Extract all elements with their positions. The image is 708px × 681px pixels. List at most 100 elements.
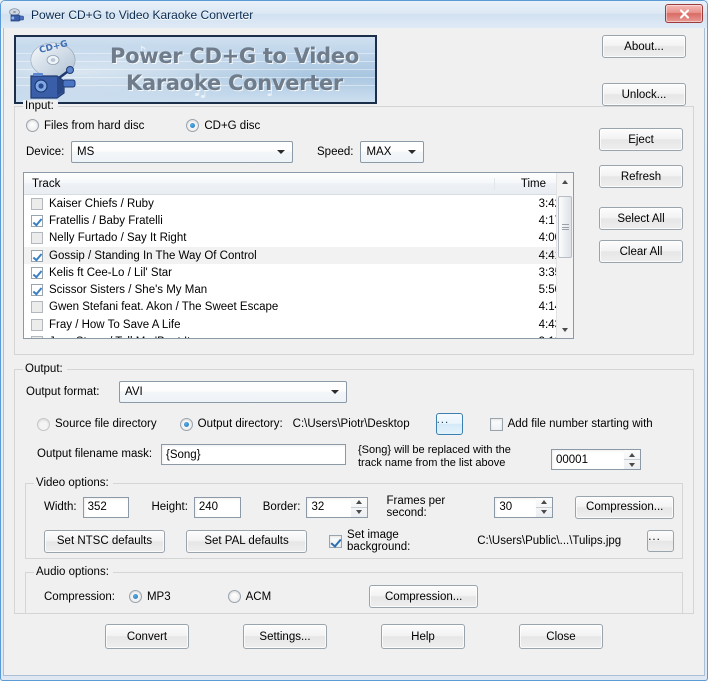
refresh-button[interactable]: Refresh (599, 165, 683, 188)
close-button[interactable]: Close (519, 624, 603, 649)
radio-files-from-hard-disc[interactable]: Files from hard disc (26, 119, 144, 132)
track-row[interactable]: Fratellis / Baby Fratelli 4:17 (24, 212, 573, 229)
scroll-down-button[interactable] (557, 321, 573, 338)
about-button[interactable]: About... (602, 35, 686, 58)
triangle-down-icon (629, 462, 635, 467)
audio-compression-button[interactable]: Compression... (369, 585, 479, 608)
radio-dot-acm-icon (227, 590, 241, 603)
track-list-scrollbar[interactable] (556, 173, 573, 338)
output-format-label: Output format: (26, 386, 100, 398)
track-row[interactable]: Scissor Sisters / She's My Man 5:50 (24, 281, 573, 298)
filename-mask-input[interactable]: {Song} (161, 444, 346, 465)
radio-mp3[interactable]: MP3 (128, 590, 171, 603)
triangle-up-icon (629, 452, 635, 457)
browse-image-background-button[interactable]: ... (647, 530, 674, 552)
track-checkbox-icon[interactable] (31, 318, 43, 331)
banner-line-2: Karaoke Converter (126, 71, 343, 95)
radio-acm[interactable]: ACM (227, 590, 271, 603)
convert-button[interactable]: Convert (105, 624, 189, 649)
track-row[interactable]: Joss Stone / Tell Me 'Bout It3:12 (24, 333, 573, 338)
track-name: Kelis ft Cee-Lo / Lil' Star (49, 266, 172, 279)
checkbox-add-file-number-icon (489, 417, 503, 431)
track-checkbox-icon[interactable] (31, 266, 43, 279)
video-compression-button[interactable]: Compression... (575, 495, 675, 519)
checkbox-add-file-number[interactable]: Add file number starting with (489, 417, 653, 431)
device-value: MS (77, 146, 95, 158)
track-row[interactable]: Gossip / Standing In The Way Of Control 4… (24, 246, 573, 265)
checkbox-set-image-background[interactable]: Set image background: (329, 529, 464, 553)
width-input[interactable]: 352 (82, 496, 130, 518)
track-checkbox-icon[interactable] (31, 232, 43, 245)
spin-down-button[interactable] (624, 460, 640, 469)
border-spin-buttons[interactable] (351, 496, 369, 518)
fps-stepper[interactable]: 30 (494, 496, 554, 518)
track-row[interactable]: Gwen Stefani feat. Akon / The Sweet Esca… (24, 299, 573, 316)
radio-source-file-directory[interactable]: Source file directory (37, 417, 157, 431)
track-name: Scissor Sisters / She's My Man (49, 284, 208, 297)
track-list-header: Track Time (24, 173, 573, 195)
file-number-stepper[interactable]: 00001 (551, 449, 641, 470)
triangle-up-icon (356, 500, 363, 504)
radio-dot-output-dir-icon (179, 417, 193, 431)
speed-label: Speed: (317, 146, 354, 158)
radio-cdg-disc[interactable]: CD+G disc (186, 119, 260, 132)
browse-output-directory-button[interactable]: ... (435, 413, 463, 435)
fps-label: Frames per second: (386, 495, 446, 519)
track-row[interactable]: Nelly Furtado / Say It Right 4:00 (24, 230, 573, 247)
fps-spin-buttons[interactable] (536, 496, 554, 518)
track-row[interactable]: Kaiser Chiefs / Ruby 3:42 (24, 195, 573, 212)
spin-up-button[interactable] (536, 498, 553, 508)
track-checkbox-icon[interactable] (31, 249, 43, 262)
track-checkbox-icon[interactable] (31, 284, 43, 297)
select-all-button[interactable]: Select All (599, 207, 683, 230)
track-checkbox-icon[interactable] (31, 336, 43, 338)
column-header-track[interactable]: Track (24, 178, 494, 190)
unlock-button[interactable]: Unlock... (602, 83, 686, 106)
settings-button[interactable]: Settings... (243, 624, 327, 649)
cdg-camcorder-icon: CD+G (30, 40, 76, 99)
eject-button[interactable]: Eject (599, 128, 683, 151)
radio-output-directory[interactable]: Output directory: (179, 417, 283, 431)
scroll-up-button[interactable] (557, 173, 573, 190)
spin-down-button[interactable] (351, 508, 367, 517)
scrollbar-thumb[interactable] (558, 196, 572, 258)
spin-up-button[interactable] (351, 498, 368, 508)
scrollbar-track[interactable] (557, 190, 573, 321)
border-stepper[interactable]: 32 (306, 496, 369, 518)
device-combobox[interactable]: MS (71, 141, 293, 163)
track-checkbox-icon[interactable] (31, 197, 43, 210)
track-row[interactable]: Fray / How To Save A Life 4:43 (24, 316, 573, 333)
application-window: Power CD+G to Video Karaoke Converter ♪ … (0, 0, 708, 681)
grip-icon (561, 222, 569, 231)
input-group: Input: Files from hard disc CD+G disc De… (14, 100, 694, 355)
border-input[interactable]: 32 (306, 496, 352, 518)
track-checkbox-icon[interactable] (31, 301, 43, 314)
product-banner: ♪ ♫ ♪ ♩ CD+G Power CD+G to Video Karaoke… (14, 35, 377, 104)
triangle-down-icon (356, 510, 363, 514)
column-header-time[interactable]: Time (494, 177, 556, 190)
track-row[interactable]: Kelis ft Cee-Lo / Lil' Star 3:35 (24, 264, 573, 281)
track-list[interactable]: Track Time Kaiser Chiefs / Ruby 3:42 Frate… (23, 172, 574, 339)
video-options-title: Video options: (34, 477, 113, 489)
help-button[interactable]: Help (381, 624, 465, 649)
input-group-title: Input: (23, 100, 58, 112)
image-background-label: Set image background: (347, 529, 411, 553)
height-input[interactable]: 240 (193, 496, 241, 518)
set-pal-defaults-button[interactable]: Set PAL defaults (186, 529, 308, 553)
chevron-down-icon (331, 390, 339, 394)
output-group: Output: Output format: AVI Source file d… (14, 363, 694, 614)
track-name: Nelly Furtado / Say It Right (49, 232, 187, 245)
speed-combobox[interactable]: MAX (360, 141, 425, 163)
spin-up-button[interactable] (624, 450, 640, 460)
file-number-input[interactable]: 00001 (551, 449, 624, 470)
set-ntsc-defaults-button[interactable]: Set NTSC defaults (44, 529, 166, 553)
close-window-button[interactable] (665, 4, 703, 23)
track-checkbox-icon[interactable] (31, 214, 43, 227)
fps-input[interactable]: 30 (494, 496, 537, 518)
spin-down-button[interactable] (536, 508, 552, 517)
video-options-group: Video options: Width: 352 Height: 240 Bo… (25, 477, 683, 559)
clear-all-button[interactable]: Clear All (599, 240, 683, 263)
file-number-spin-buttons[interactable] (624, 449, 641, 470)
filename-mask-hint: {Song} will be replaced with the track n… (358, 444, 543, 470)
output-format-combobox[interactable]: AVI (119, 381, 347, 403)
